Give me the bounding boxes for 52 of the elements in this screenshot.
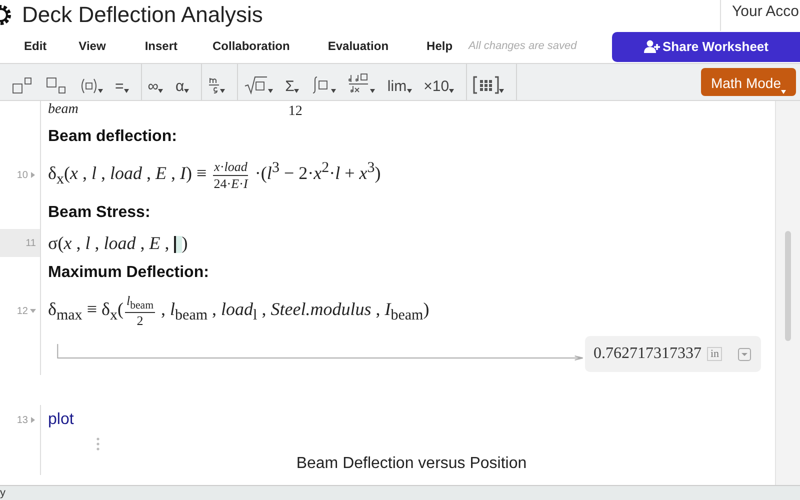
toolbar-button[interactable]: α (175, 69, 190, 95)
line-number: 11 (26, 238, 36, 248)
section-heading: Maximum Deflection: (48, 264, 209, 282)
menu-item[interactable]: View (78, 38, 106, 52)
account-link[interactable]: Your Acco (720, 0, 800, 31)
menu-item[interactable]: Collaboration (212, 38, 290, 52)
menu-item[interactable]: Insert (144, 38, 178, 52)
math-expression: beam (48, 102, 78, 118)
unit-label: in (707, 347, 722, 361)
caret-icon (268, 89, 274, 93)
toolbar-button[interactable]: ∞ (148, 69, 164, 95)
math-expression: 12 (288, 104, 302, 120)
caret-icon (124, 89, 129, 93)
text-cursor (174, 236, 182, 253)
toolbar-button[interactable]: lim (387, 69, 412, 95)
toolbar-button[interactable]: = (115, 69, 129, 95)
caret-icon (499, 89, 504, 93)
window-title: Deck Deflection Analysis (22, 2, 264, 28)
caret-icon (294, 89, 300, 93)
result-value: 0.762717317337 (593, 345, 702, 363)
menu-item[interactable]: Evaluation (328, 38, 389, 52)
save-status: All changes are saved (468, 40, 578, 52)
caret-icon (158, 89, 164, 93)
scrollbar[interactable] (775, 101, 800, 485)
share-button[interactable]: Share Worksheet (612, 32, 800, 62)
math-expression[interactable]: σ(x , l , load , E , ) (48, 232, 188, 254)
line-number: 10 (16, 170, 28, 180)
caret-icon (331, 89, 336, 93)
line-number: 13 (16, 414, 28, 426)
math-expression[interactable]: δ$_{x}$(x , l , load , E , I) ≡ x·load 24·E·I ·(l$^{3}$ − 2·x$^{2}$·l + x$^{3}$) (48, 158, 381, 192)
caret-icon (781, 90, 786, 94)
menu-item[interactable]: Help (426, 38, 453, 52)
math-expression[interactable]: δ$_{max}$ ≡ δ$_{x}$( l$_{beam}$ 2 , l$_{beam}$ , load$_{l}$ , Steel.modulus , I$_{beam}$) (48, 293, 430, 329)
section-heading: Beam deflection: (48, 128, 177, 146)
units-icon (208, 75, 220, 95)
add-user-icon (644, 40, 660, 53)
status-bar: y (0, 485, 800, 500)
caret-icon (98, 89, 103, 93)
drag-handle-icon[interactable] (96, 437, 100, 451)
math-mode-button[interactable]: Math Mode (700, 68, 796, 96)
menu-item[interactable]: Edit (24, 38, 47, 52)
chart-title: Beam Deflection versus Position (296, 455, 527, 473)
caret-icon (184, 89, 190, 93)
section-heading: Beam Stress: (48, 204, 150, 222)
caret-icon (220, 89, 226, 93)
caret-icon (449, 89, 454, 93)
caret-icon (370, 89, 376, 93)
toolbar-button[interactable]: Σ (285, 69, 300, 95)
plot-keyword[interactable]: plot (48, 411, 74, 429)
toolbar-button[interactable]: ×10 (424, 69, 454, 95)
line-number: 12 (16, 306, 28, 316)
caret-icon (406, 89, 412, 93)
